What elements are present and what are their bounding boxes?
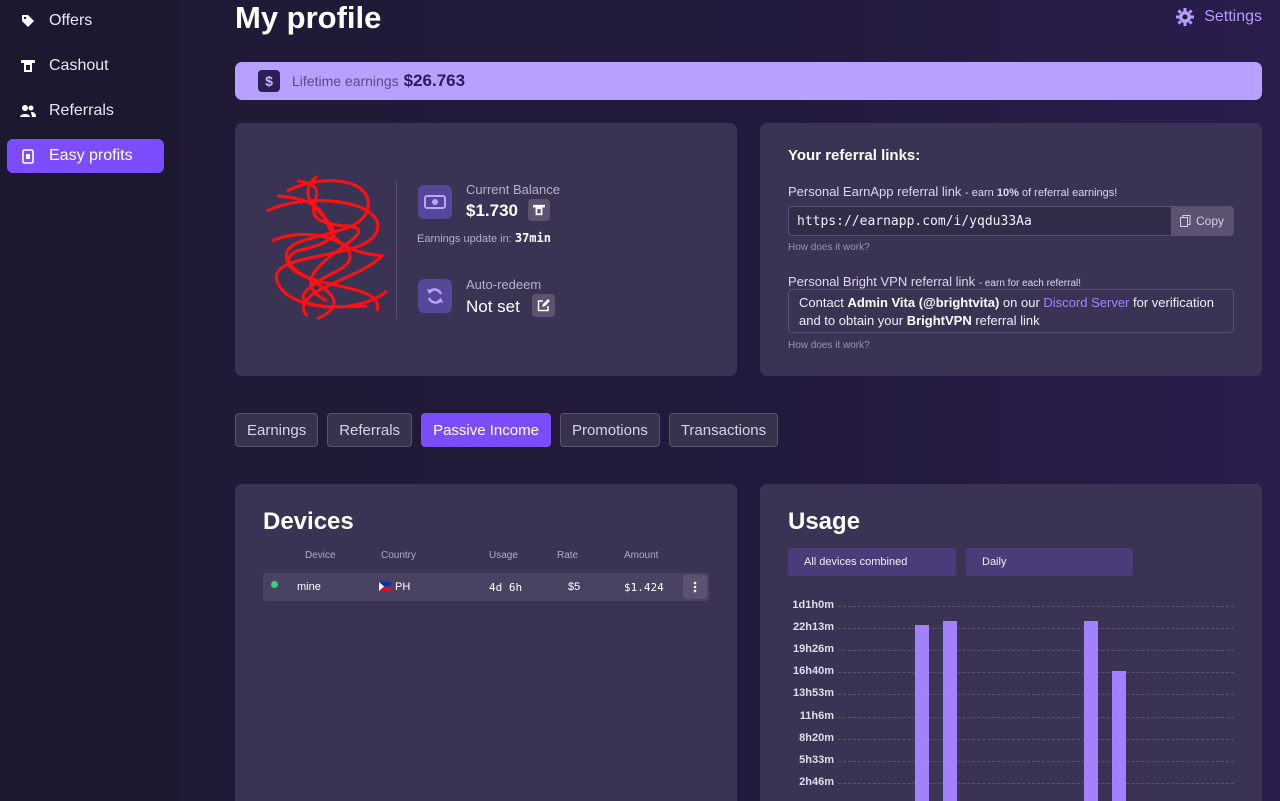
sidebar-item-referrals[interactable]: Referrals [7,94,164,128]
tab-passive-income[interactable]: Passive Income [421,413,551,447]
how-does-it-work-link[interactable]: How does it work? [788,242,870,253]
column-header: Country [381,550,417,561]
lifetime-earnings-value: $26.763 [403,71,466,90]
usage-bar[interactable] [915,625,929,801]
y-tick-label: 16h40m [793,665,834,678]
settings-button[interactable]: Settings [1176,8,1262,26]
vpn-referral-label: Personal Bright VPN referral link - earn… [788,274,1082,289]
vpn-referral-info: Contact Admin Vita (@brightvita) on our … [788,289,1234,333]
sidebar: Offers Cashout Referrals Easy profits [0,0,179,801]
tab-earnings[interactable]: Earnings [235,413,319,447]
y-tick-label: 11h6m [799,709,834,722]
column-header: Usage [489,550,518,561]
cashout-button[interactable] [528,199,550,221]
profile-card: Current Balance $1.730 Earnings update i… [235,123,737,376]
gridline [838,650,1234,652]
devices-select[interactable]: All devices combined [788,548,956,576]
how-does-it-work-link[interactable]: How does it work? [788,340,870,351]
gridline [838,628,1234,630]
main-content: My profile Settings $ Lifetime earnings … [179,0,1280,801]
sidebar-item-label: Cashout [49,57,109,74]
sidebar-item-label: Referrals [49,102,114,119]
discord-server-link[interactable]: Discord Server [1043,295,1129,310]
gear-icon [1176,8,1195,26]
gridline [838,694,1234,696]
column-header: Amount [624,550,659,561]
earnings-update-value: 37min [514,231,551,245]
gridline [838,716,1234,718]
gridline [838,672,1234,674]
y-tick-label: 13h53m [793,687,834,700]
device-icon [20,148,36,164]
tab-bar: Earnings Referrals Passive Income Promot… [235,413,787,447]
tag-icon [20,13,36,29]
device-country: PH [395,581,411,593]
usage-card: Usage All devices combined Daily 1d1h0m 2… [760,484,1262,801]
device-name: mine [297,581,321,593]
usage-bar[interactable] [1083,620,1098,801]
current-balance-label: Current Balance [466,182,560,197]
avatar [266,174,388,321]
online-status-dot [271,581,278,588]
usage-bar[interactable] [1111,670,1126,801]
gridline [838,738,1234,740]
lifetime-earnings-banner: $ Lifetime earnings $26.763 [235,62,1262,100]
more-vertical-icon [693,581,697,593]
lifetime-earnings-label: Lifetime earnings [292,73,399,89]
table-row[interactable]: mine PH 4d 6h $5 $1.424 [263,573,709,601]
column-header: Rate [557,550,579,561]
referral-card: Your referral links: Personal EarnApp re… [760,123,1262,376]
auto-redeem-value: Not set [466,297,520,316]
page-title: My profile [235,0,382,35]
gridline [838,760,1234,762]
tab-referrals[interactable]: Referrals [327,413,413,447]
edit-icon [537,299,550,312]
y-tick-label: 1d1h0m [792,599,834,611]
device-rate: $5 [568,581,581,593]
dollar-icon: $ [258,70,280,92]
profile-divider [396,179,397,319]
y-tick-label: 19h26m [793,643,834,656]
sidebar-item-label: Easy profits [49,147,133,164]
copy-button[interactable]: Copy [1171,207,1233,235]
sidebar-item-label: Offers [49,12,93,29]
current-balance-value: $1.730 [466,201,518,220]
tab-transactions[interactable]: Transactions [668,413,779,447]
sidebar-item-offers[interactable]: Offers [7,4,164,38]
sidebar-item-easy-profits[interactable]: Easy profits [7,139,164,173]
tab-promotions[interactable]: Promotions [559,413,660,447]
earnings-update-label: Earnings update in: 37min [417,231,551,245]
earnapp-referral-label: Personal EarnApp referral link - earn 10… [788,184,1118,199]
y-tick-label: 5h33m [799,753,834,766]
cashout-icon [20,58,36,74]
gridline [838,606,1234,607]
users-icon [20,103,36,119]
y-tick-label: 22h13m [793,621,834,634]
column-header: Device [305,550,336,561]
settings-label: Settings [1204,8,1262,25]
ph-flag-icon [379,582,391,591]
device-amount: $1.424 [624,581,664,594]
y-tick-label: 8h20m [799,731,834,744]
copy-icon [1179,215,1191,227]
y-tick-label: 2h46m [799,775,834,788]
device-usage: 4d 6h [489,581,523,594]
edit-auto-redeem-button[interactable] [532,294,555,317]
usage-title: Usage [788,508,861,535]
cashout-icon [533,204,545,216]
devices-card: Devices Device Country Usage Rate Amount… [235,484,737,801]
gridline [838,782,1234,784]
earnapp-referral-link-field[interactable]: https://earnapp.com/i/yqdu33Aa Copy [788,206,1234,236]
auto-redeem-label: Auto-redeem [466,277,542,292]
row-menu-button[interactable] [683,575,707,599]
cash-icon [418,185,452,219]
refresh-icon [418,279,452,313]
devices-title: Devices [263,508,354,535]
sidebar-item-cashout[interactable]: Cashout [7,49,164,83]
period-select[interactable]: Daily [966,548,1133,576]
earnapp-referral-url: https://earnapp.com/i/yqdu33Aa [797,214,1032,229]
usage-bar[interactable] [943,620,958,801]
referral-title: Your referral links: [788,147,921,164]
